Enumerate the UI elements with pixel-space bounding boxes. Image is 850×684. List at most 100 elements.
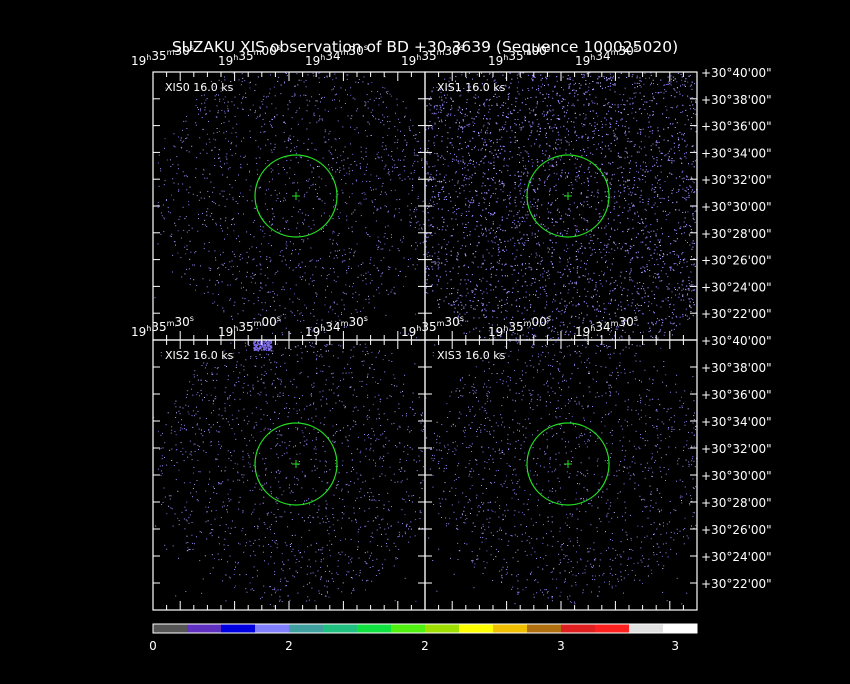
photon-event	[292, 96, 293, 97]
photon-event	[375, 199, 376, 200]
photon-event	[442, 226, 443, 227]
photon-event	[520, 127, 521, 128]
photon-event	[459, 108, 460, 109]
photon-event	[568, 293, 569, 294]
photon-event	[283, 314, 284, 315]
photon-event	[158, 243, 159, 244]
photon-event	[270, 292, 271, 293]
photon-event	[448, 242, 449, 243]
photon-event	[218, 95, 219, 96]
photon-event	[178, 191, 179, 192]
photon-event	[315, 184, 316, 185]
photon-event	[529, 135, 530, 136]
photon-event	[204, 243, 205, 244]
photon-event	[495, 232, 496, 233]
photon-event	[411, 203, 412, 204]
photon-event	[209, 142, 210, 143]
photon-event	[479, 109, 480, 110]
photon-event	[199, 137, 200, 138]
photon-event	[239, 79, 240, 80]
photon-event	[416, 222, 417, 223]
photon-event	[210, 111, 211, 112]
photon-event	[414, 155, 415, 156]
photon-event	[519, 232, 520, 233]
photon-event	[658, 288, 659, 289]
photon-event	[161, 212, 162, 213]
photon-event	[446, 259, 447, 260]
photon-event	[218, 282, 219, 283]
photon-event	[276, 272, 277, 273]
photon-event	[462, 131, 463, 132]
photon-event	[553, 225, 554, 226]
photon-event	[668, 153, 669, 154]
photon-event	[332, 233, 333, 234]
photon-event	[412, 185, 413, 186]
photon-event	[155, 297, 156, 298]
photon-event	[695, 109, 696, 110]
photon-event	[631, 203, 632, 204]
photon-event	[549, 327, 550, 328]
photon-event	[524, 221, 525, 222]
photon-event	[343, 151, 344, 152]
photon-event	[597, 116, 598, 117]
photon-event	[310, 248, 311, 249]
photon-event	[516, 299, 517, 300]
photon-event	[398, 159, 399, 160]
photon-event	[410, 120, 411, 121]
photon-event	[568, 134, 569, 135]
photon-event	[591, 101, 592, 102]
photon-event	[288, 229, 289, 230]
photon-event	[535, 257, 536, 258]
photon-event	[685, 124, 686, 125]
photon-event	[316, 100, 317, 101]
photon-event	[488, 169, 489, 170]
photon-event	[453, 207, 454, 208]
photon-event	[548, 228, 549, 229]
photon-event	[568, 103, 569, 104]
photon-event	[341, 160, 342, 161]
photon-event	[333, 200, 334, 201]
photon-event	[519, 225, 520, 226]
photon-event	[294, 293, 295, 294]
photon-event	[409, 128, 410, 129]
photon-event	[302, 315, 303, 316]
photon-event	[501, 242, 502, 243]
photon-event	[410, 209, 411, 210]
photon-event	[345, 146, 346, 147]
photon-event	[681, 290, 682, 291]
photon-event	[246, 179, 247, 180]
photon-event	[588, 180, 589, 181]
photon-event	[434, 253, 435, 254]
photon-event	[327, 286, 328, 287]
photon-event	[646, 210, 647, 211]
photon-event	[438, 244, 439, 245]
photon-event	[395, 209, 396, 210]
photon-event	[532, 185, 533, 186]
photon-event	[316, 260, 317, 261]
photon-event	[598, 193, 599, 194]
photon-event	[349, 173, 350, 174]
photon-event	[500, 153, 501, 154]
photon-event	[535, 279, 536, 280]
photon-event	[414, 161, 415, 162]
photon-event	[314, 224, 315, 225]
photon-event	[200, 110, 201, 111]
photon-event	[573, 80, 574, 81]
photon-event	[580, 150, 581, 151]
photon-event	[394, 126, 395, 127]
photon-event	[456, 300, 457, 301]
photon-event	[442, 229, 443, 230]
photon-event	[567, 259, 568, 260]
photon-event	[540, 275, 541, 276]
photon-event	[266, 310, 267, 311]
photon-event	[255, 84, 256, 85]
photon-event	[368, 83, 369, 84]
photon-event	[208, 292, 209, 293]
photon-event	[297, 182, 298, 183]
photon-event	[590, 247, 591, 248]
figure-canvas: SUZAKU XIS observation of BD +30 3639 (S…	[0, 0, 850, 680]
photon-event	[338, 316, 339, 317]
photon-event	[283, 256, 284, 257]
photon-event	[189, 151, 190, 152]
photon-event	[381, 284, 382, 285]
